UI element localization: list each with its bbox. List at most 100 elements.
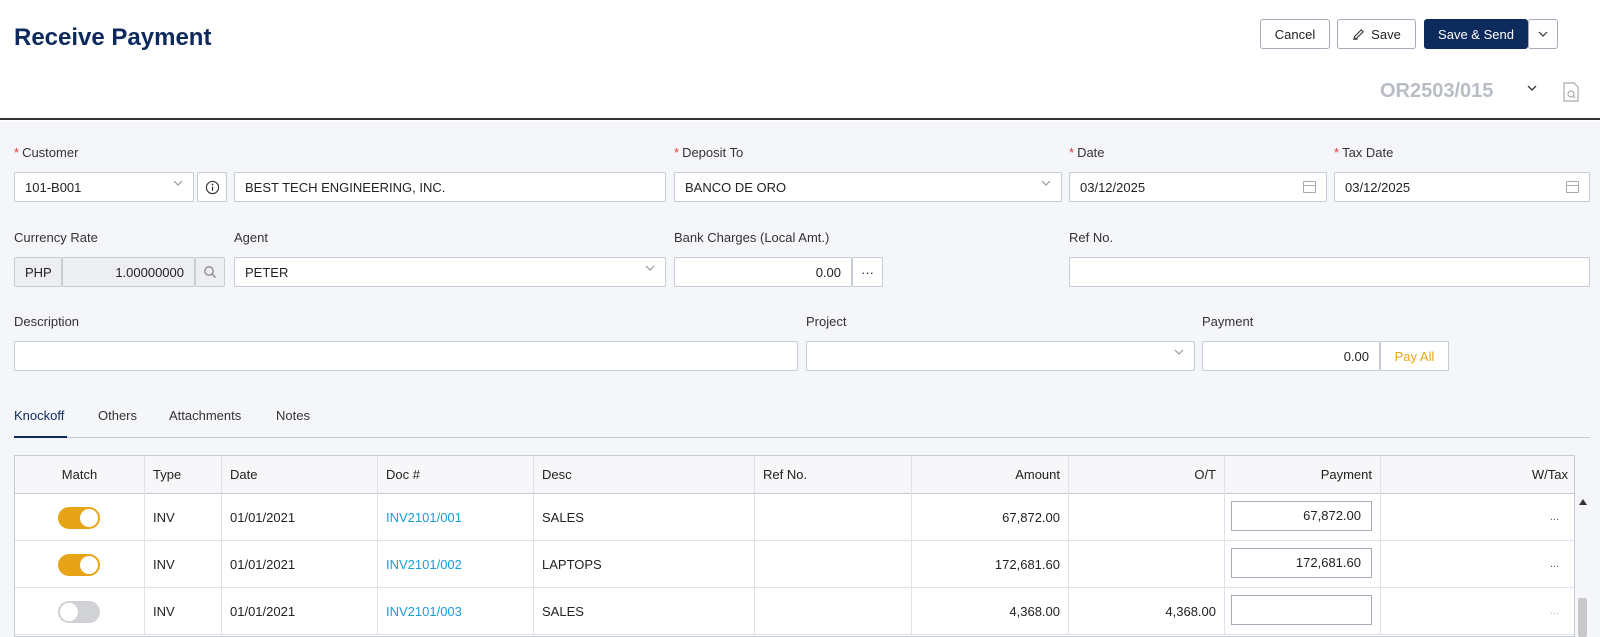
date-field[interactable]: 03/12/2025: [1069, 172, 1327, 202]
save-button[interactable]: Save: [1337, 19, 1416, 49]
ref-no-cell: [755, 588, 912, 635]
desc-cell: LAPTOPS: [534, 541, 755, 588]
match-toggle[interactable]: [58, 601, 100, 623]
column-header-type[interactable]: Type: [145, 456, 222, 494]
amount-cell: 4,368.00: [912, 588, 1069, 635]
table-row[interactable]: INV 01/01/2021 INV2101/002 LAPTOPS 172,6…: [15, 541, 1574, 588]
column-header-desc[interactable]: Desc: [534, 456, 755, 494]
doc-link[interactable]: INV2101/001: [378, 494, 534, 541]
cancel-label: Cancel: [1274, 26, 1316, 42]
type-cell: INV: [145, 588, 222, 635]
type-cell: INV: [145, 494, 222, 541]
amount-cell: 67,872.00: [912, 494, 1069, 541]
tab-others[interactable]: Others: [98, 408, 137, 438]
deposit-to-label: * Deposit To: [674, 145, 744, 160]
search-icon: [204, 266, 216, 278]
ot-cell: [1069, 541, 1225, 588]
chevron-down-icon[interactable]: [1527, 85, 1537, 91]
tax-date-value: 03/12/2025: [1345, 179, 1411, 195]
more-icon: ···: [861, 264, 874, 280]
match-toggle[interactable]: [58, 554, 100, 576]
cancel-button[interactable]: Cancel: [1260, 19, 1330, 49]
project-select[interactable]: [806, 341, 1195, 371]
page-header: Receive Payment Cancel Save Save & Send …: [0, 0, 1600, 120]
tab-attachments[interactable]: Attachments: [169, 408, 241, 438]
deposit-to-select[interactable]: BANCO DE ORO: [674, 172, 1062, 202]
save-and-send-button[interactable]: Save & Send: [1424, 19, 1528, 49]
payment-input[interactable]: 0.00: [1202, 341, 1380, 371]
table-row[interactable]: INV 01/01/2021 INV2101/003 SALES 4,368.0…: [15, 588, 1574, 635]
amount-cell: 172,681.60: [912, 541, 1069, 588]
document-number[interactable]: OR2503/015: [1380, 80, 1493, 103]
project-label: Project: [806, 314, 847, 329]
chevron-down-icon: [173, 180, 183, 186]
row-payment-input[interactable]: 67,872.00: [1231, 501, 1372, 531]
bank-charges-label: Bank Charges (Local Amt.): [674, 230, 830, 245]
scrollbar-thumb[interactable]: [1578, 598, 1587, 637]
column-header-ref-no[interactable]: Ref No.: [755, 456, 912, 494]
toggle-knob: [80, 556, 98, 574]
match-cell: [15, 494, 145, 541]
wtax-more-button[interactable]: ...: [1550, 588, 1570, 635]
currency-rate-field: 1.00000000: [62, 257, 195, 287]
ot-cell: 4,368.00: [1069, 588, 1225, 635]
customer-code-value: 101-B001: [25, 179, 82, 195]
calendar-icon: [1303, 181, 1316, 193]
save-label: Save: [1371, 26, 1401, 42]
toggle-knob: [80, 509, 98, 527]
chevron-down-icon: [1538, 31, 1548, 37]
wtax-more-button[interactable]: ...: [1550, 541, 1570, 588]
bank-charges-more-button[interactable]: ···: [852, 257, 883, 287]
column-header-payment[interactable]: Payment: [1225, 456, 1381, 494]
pencil-icon: [1353, 28, 1365, 40]
ref-no-label: Ref No.: [1069, 230, 1114, 245]
document-search-icon[interactable]: [1563, 82, 1579, 102]
bank-charges-input[interactable]: 0.00: [674, 257, 852, 287]
row-payment-input[interactable]: 172,681.60: [1231, 548, 1372, 578]
doc-link[interactable]: INV2101/003: [378, 588, 534, 635]
column-header-ot[interactable]: O/T: [1069, 456, 1225, 494]
doc-link[interactable]: INV2101/002: [378, 541, 534, 588]
column-header-wtax[interactable]: W/Tax: [1381, 456, 1574, 494]
save-options-dropdown-button[interactable]: [1528, 19, 1558, 49]
description-input[interactable]: [14, 341, 798, 371]
info-icon: [205, 180, 219, 194]
save-and-send-label: Save & Send: [1438, 26, 1514, 42]
agent-value: PETER: [245, 264, 289, 280]
tab-knockoff[interactable]: Knockoff: [14, 408, 67, 438]
description-label: Description: [14, 314, 80, 329]
toggle-knob: [60, 603, 78, 621]
match-toggle[interactable]: [58, 507, 100, 529]
column-header-match[interactable]: Match: [15, 456, 145, 494]
pay-all-label: Pay All: [1394, 348, 1435, 364]
currency-code: PHP: [14, 257, 62, 287]
table-header: Match Type Date Doc # Desc Ref No. Amoun…: [15, 456, 1574, 494]
knockoff-table: Match Type Date Doc # Desc Ref No. Amoun…: [14, 455, 1575, 637]
currency-rate-value: 1.00000000: [115, 264, 184, 280]
customer-info-button[interactable]: [197, 172, 227, 202]
column-header-amount[interactable]: Amount: [912, 456, 1069, 494]
date-label: * Date: [1069, 145, 1105, 160]
wtax-more-button[interactable]: ...: [1550, 494, 1570, 541]
pay-all-button[interactable]: Pay All: [1380, 341, 1449, 371]
column-header-doc[interactable]: Doc #: [378, 456, 534, 494]
date-cell: 01/01/2021: [222, 541, 378, 588]
customer-name-value: BEST TECH ENGINEERING, INC.: [245, 179, 446, 195]
tax-date-field[interactable]: 03/12/2025: [1334, 172, 1590, 202]
tab-notes[interactable]: Notes: [276, 408, 310, 438]
column-header-date[interactable]: Date: [222, 456, 378, 494]
ot-cell: [1069, 494, 1225, 541]
customer-code-select[interactable]: 101-B001: [14, 172, 194, 202]
currency-search-button[interactable]: [195, 257, 225, 287]
chevron-down-icon: [645, 265, 655, 271]
row-payment-input[interactable]: [1231, 595, 1372, 625]
table-row[interactable]: INV 01/01/2021 INV2101/001 SALES 67,872.…: [15, 494, 1574, 541]
currency-rate-label: Currency Rate: [14, 230, 98, 245]
bank-charges-value: 0.00: [815, 264, 841, 280]
ref-no-input[interactable]: [1069, 257, 1590, 287]
date-cell: 01/01/2021: [222, 494, 378, 541]
desc-cell: SALES: [534, 494, 755, 541]
scroll-up-arrow-icon[interactable]: [1579, 499, 1587, 505]
agent-select[interactable]: PETER: [234, 257, 666, 287]
customer-name-field[interactable]: BEST TECH ENGINEERING, INC.: [234, 172, 666, 202]
